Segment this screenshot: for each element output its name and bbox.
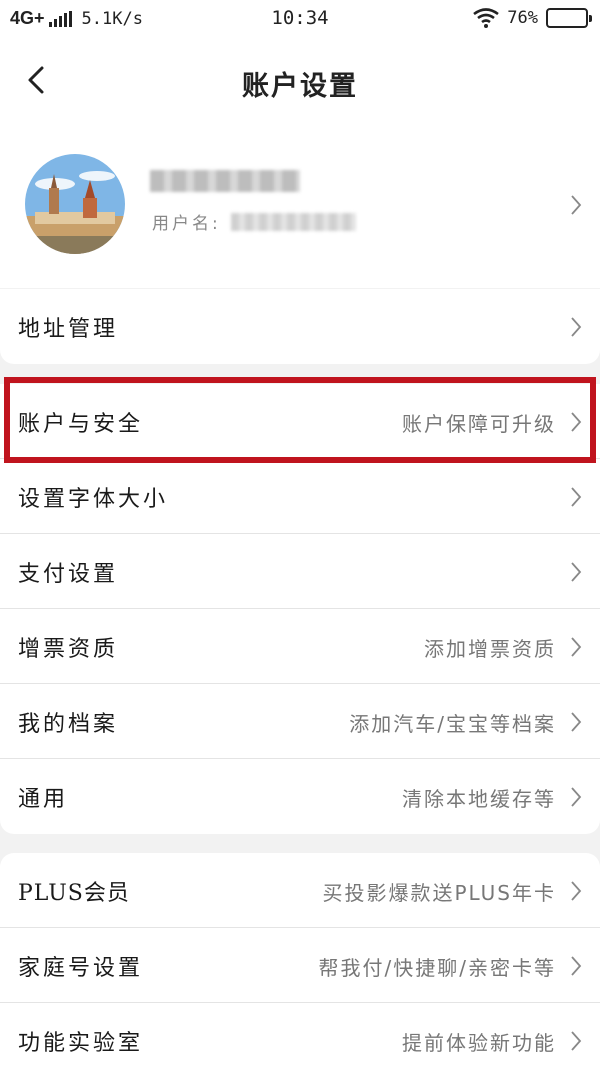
settings-group: 账户与安全 账户保障可升级 设置字体大小 支付设置 增票资质 添加增票资质 我的… [0,384,600,834]
nickname-redacted [150,170,300,192]
row-payment-settings[interactable]: 支付设置 [0,534,600,609]
row-label: 功能实验室 [18,1031,144,1056]
wifi-icon [473,8,500,28]
address-group: 地址管理 [0,289,600,364]
row-my-profile[interactable]: 我的档案 添加汽车/宝宝等档案 [0,684,600,759]
chevron-right-icon [571,956,582,976]
chevron-right-icon [571,562,582,582]
row-general[interactable]: 通用 清除本地缓存等 [0,759,600,834]
page-title: 账户设置 [242,71,358,102]
row-feature-lab[interactable]: 功能实验室 提前体验新功能 [0,1003,600,1066]
username-row: 用户名: [152,209,356,234]
row-label: 增票资质 [18,637,119,662]
row-address-management[interactable]: 地址管理 [0,289,600,364]
battery-percent: 76% [507,8,538,28]
row-label: 家庭号设置 [18,956,144,981]
status-bar: 4G+ 5.1K/s 10:34 76% [0,0,600,40]
status-right: 76% [473,8,592,28]
row-label: 通用 [18,787,69,812]
chevron-right-icon [571,195,582,215]
row-hint: 提前体验新功能 [402,1031,556,1055]
row-label: 设置字体大小 [18,487,169,512]
nav-bar: 账户设置 [0,40,600,122]
username-redacted [230,212,356,231]
chevron-right-icon [571,637,582,657]
row-account-security[interactable]: 账户与安全 账户保障可升级 [0,384,600,459]
row-label: 地址管理 [18,317,119,342]
row-hint: 添加汽车/宝宝等档案 [349,712,556,736]
battery-icon [546,8,592,28]
chevron-right-icon [571,712,582,732]
row-label: 账户与安全 [18,412,144,437]
chevron-right-icon [571,487,582,507]
row-hint: 帮我付/快捷聊/亲密卡等 [318,956,556,980]
profile-card[interactable]: 用户名: [0,122,600,288]
row-hint: 清除本地缓存等 [402,787,556,811]
extras-group: PLUS会员 买投影爆款送PLUS年卡 家庭号设置 帮我付/快捷聊/亲密卡等 功… [0,853,600,1066]
chevron-right-icon [571,1031,582,1051]
chevron-right-icon [571,881,582,901]
avatar[interactable] [25,154,125,254]
row-label: PLUS会员 [18,881,130,906]
row-label: 我的档案 [18,712,119,737]
row-vat-invoice[interactable]: 增票资质 添加增票资质 [0,609,600,684]
chevron-right-icon [571,317,582,337]
row-hint: 账户保障可升级 [402,412,556,436]
chevron-right-icon [571,412,582,432]
row-plus-member[interactable]: PLUS会员 买投影爆款送PLUS年卡 [0,853,600,928]
row-label: 支付设置 [18,562,119,587]
chevron-right-icon [571,787,582,807]
username-label: 用户名: [152,214,221,234]
row-hint: 买投影爆款送PLUS年卡 [322,881,556,905]
row-hint: 添加增票资质 [424,637,556,661]
row-font-size[interactable]: 设置字体大小 [0,459,600,534]
avatar-image [25,154,125,254]
row-family-account[interactable]: 家庭号设置 帮我付/快捷聊/亲密卡等 [0,928,600,1003]
